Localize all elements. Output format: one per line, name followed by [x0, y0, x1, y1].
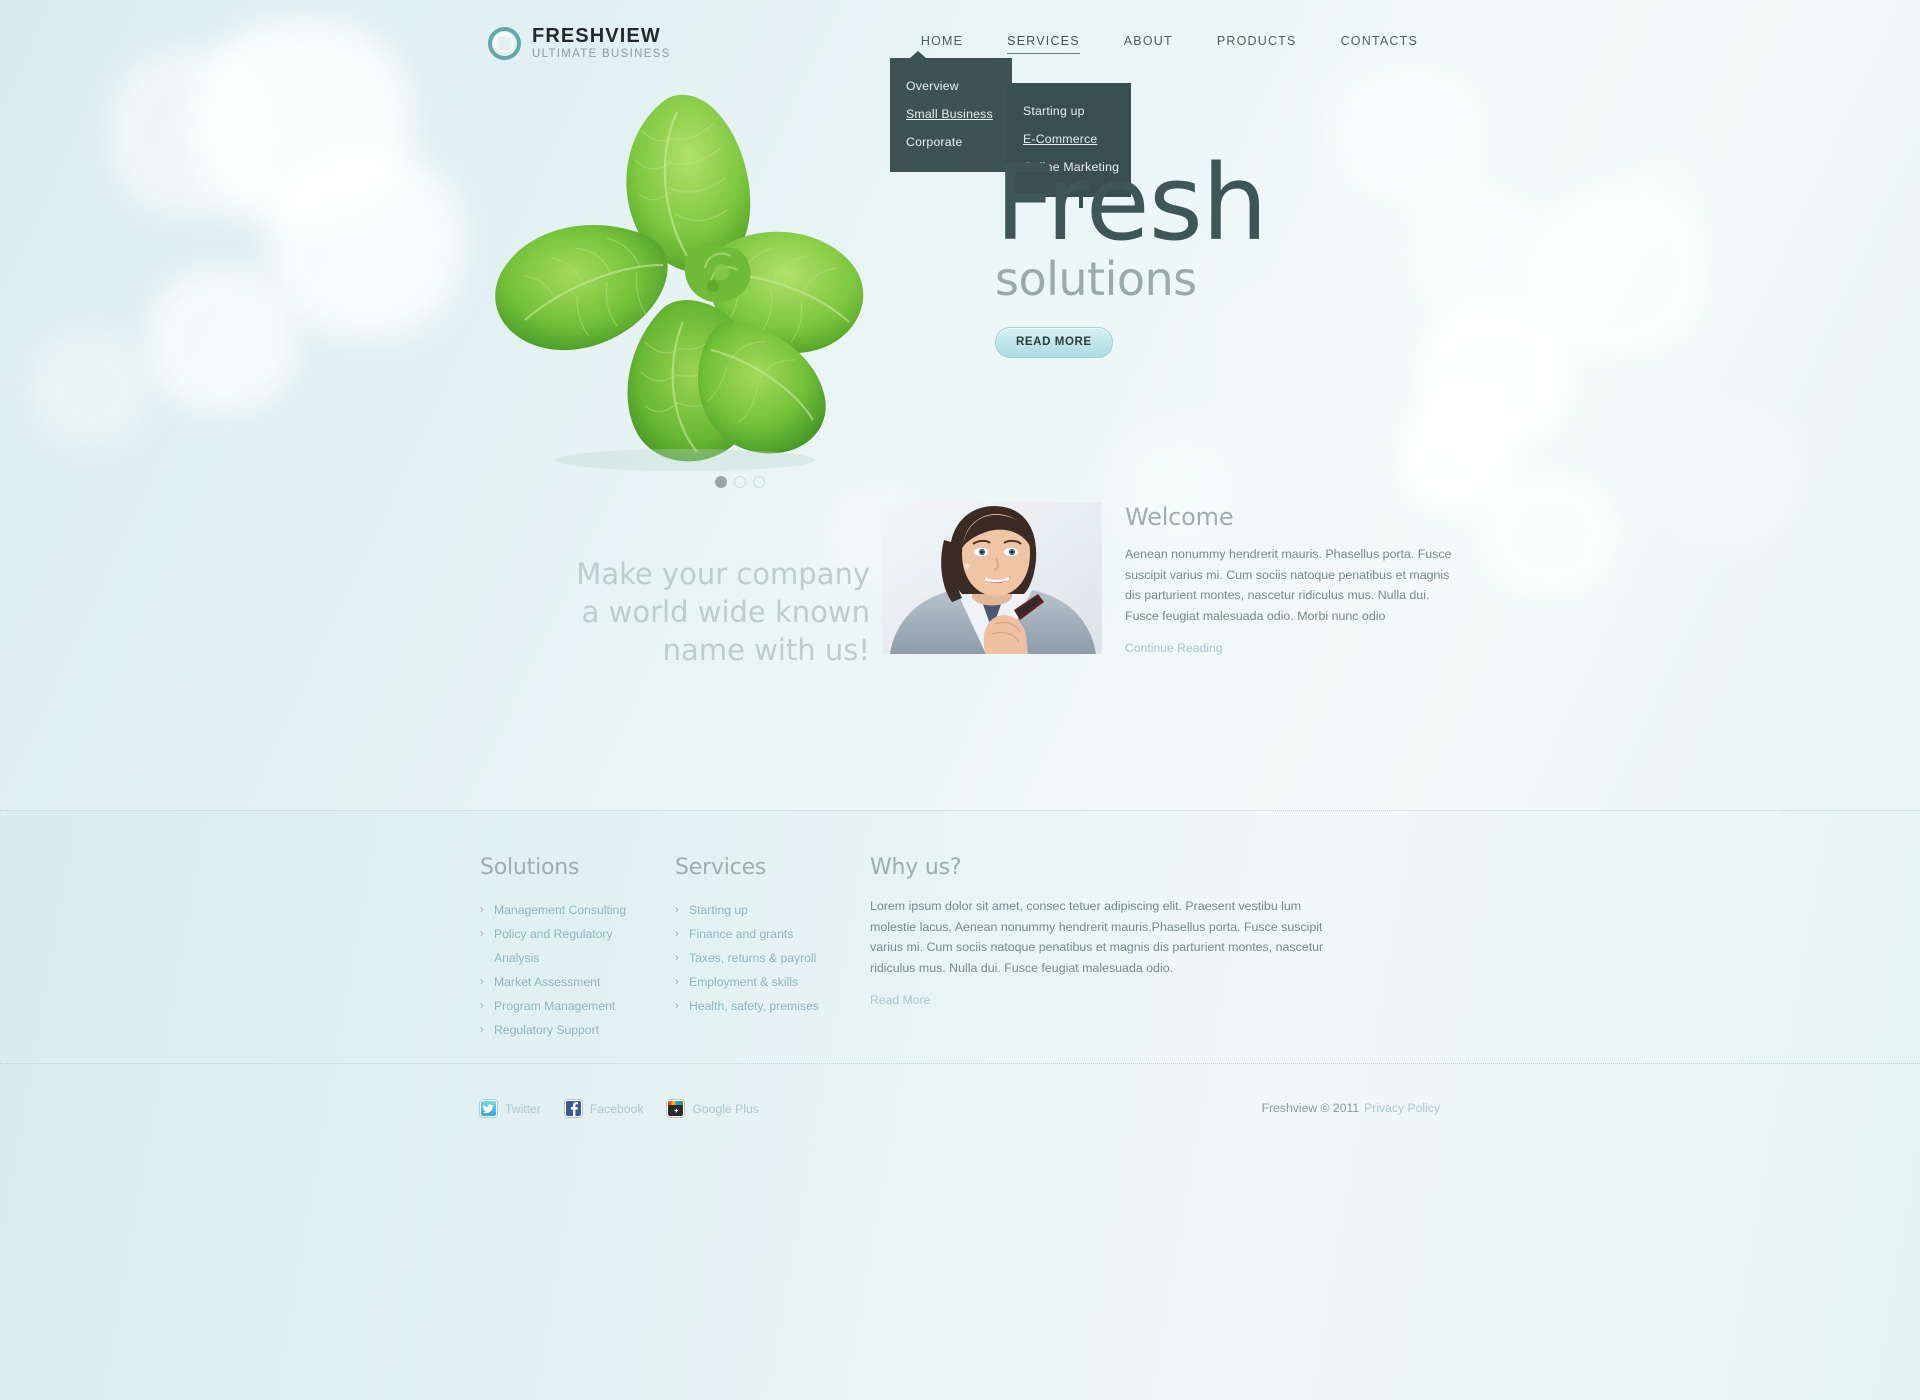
copyright-text: Freshview © 2011 — [1261, 1101, 1360, 1115]
list-item-label: Taxes, returns & payroll — [689, 951, 817, 965]
businesswoman-portrait — [882, 502, 1102, 654]
list-item-label: Finance and grants — [689, 927, 794, 941]
chevron-right-icon: › — [480, 904, 484, 916]
slider-pagination — [715, 476, 765, 488]
footer-columns: Solutions › Management Consulting › Policy… — [480, 855, 1440, 1037]
bokeh-circle — [30, 330, 150, 445]
bokeh-circle — [1480, 470, 1620, 600]
hero-copy: Fresh solutions READ MORE — [995, 142, 1268, 358]
nav-item-home[interactable]: HOME — [899, 32, 985, 50]
privacy-policy-link[interactable]: Privacy Policy — [1364, 1101, 1440, 1115]
bokeh-circle — [150, 270, 295, 410]
social-link-twitter[interactable]: Twitter — [480, 1100, 541, 1117]
logo-tagline: ULTIMATE BUSINESS — [532, 48, 671, 60]
list-item[interactable]: › Taxes, returns & payroll — [675, 946, 855, 970]
list-item-label: Market Assessment — [494, 975, 601, 989]
main-navigation: HOME SERVICES ABOUT PRODUCTS CONTACTS — [899, 32, 1440, 54]
slogan-line-1: Make your company — [576, 557, 870, 591]
footer-column-solutions: Solutions › Management Consulting › Policy… — [480, 855, 660, 1042]
list-item-label: Management Consulting — [494, 903, 627, 917]
chevron-right-icon: › — [675, 976, 679, 988]
logo-title: FRESHVIEW — [532, 25, 661, 47]
social-link-facebook[interactable]: Facebook — [564, 1100, 644, 1117]
nav-label: CONTACTS — [1340, 34, 1418, 48]
welcome-section: Make your company a world wide known nam… — [480, 502, 1451, 740]
chevron-right-icon: › — [675, 928, 679, 940]
twitter-icon — [480, 1100, 497, 1117]
site-logo[interactable]: FRESHVIEW ULTIMATE BUSINESS — [488, 26, 671, 61]
chevron-right-icon: › — [675, 1000, 679, 1012]
chevron-right-icon: › — [480, 928, 484, 940]
footer-column-why-us: Why us? Lorem ipsum dolor sit amet, cons… — [870, 855, 1340, 1009]
hero-headline: Fresh — [995, 142, 1268, 264]
google-plus-icon — [667, 1100, 685, 1117]
list-item[interactable]: › Employment & skills — [675, 970, 855, 994]
slider-dot-2[interactable] — [734, 476, 746, 488]
social-label: Google Plus — [692, 1101, 759, 1116]
hero-read-more-button[interactable]: READ MORE — [995, 327, 1113, 358]
mint-leaves-photo — [425, 60, 965, 480]
list-item[interactable]: › Market Assessment — [480, 970, 660, 994]
continue-reading-link[interactable]: Continue Reading — [1125, 641, 1223, 655]
slider-dot-1[interactable] — [715, 476, 727, 488]
list-item[interactable]: › Finance and grants — [675, 922, 855, 946]
welcome-text-block: Welcome Aenean nonummy hendrerit mauris.… — [1125, 503, 1455, 657]
nav-item-about[interactable]: ABOUT — [1102, 32, 1195, 50]
nav-active-underline — [1007, 53, 1080, 54]
list-item-label: Starting up — [689, 903, 748, 917]
list-item[interactable]: › Program Management — [480, 994, 660, 1018]
bokeh-circle — [1660, 410, 1795, 540]
social-label: Facebook — [589, 1101, 644, 1116]
hero-slider: Fresh solutions READ MORE — [480, 70, 1440, 488]
facebook-icon — [564, 1100, 582, 1117]
services-title: Services — [675, 855, 767, 880]
list-item-label: Program Management — [494, 999, 616, 1013]
slider-dot-3[interactable] — [753, 476, 765, 488]
nav-label: HOME — [920, 34, 964, 48]
circle-swirl-icon — [488, 26, 521, 60]
nav-label: PRODUCTS — [1216, 34, 1297, 48]
slogan-line-3: name with us! — [662, 633, 870, 667]
chevron-right-icon: › — [480, 1000, 484, 1012]
section-divider-bottom — [0, 1063, 1920, 1064]
list-item[interactable]: › Regulatory Support — [480, 1018, 660, 1042]
list-item[interactable]: › Policy and Regulatory Analysis — [480, 922, 660, 970]
footer-bottom-bar: Twitter Facebook Google Plus Freshview ©… — [480, 1100, 1440, 1140]
slogan-text: Make your company a world wide known nam… — [480, 555, 870, 669]
section-divider-top — [0, 810, 1920, 811]
chevron-right-icon: › — [480, 1024, 484, 1036]
chevron-right-icon: › — [675, 952, 679, 964]
slogan-line-2: a world wide known — [581, 595, 870, 629]
welcome-body: Aenean nonummy hendrerit mauris. Phasell… — [1125, 547, 1452, 623]
list-item[interactable]: › Starting up — [675, 898, 855, 922]
dropdown-caret-icon — [910, 51, 926, 58]
nav-item-products[interactable]: PRODUCTS — [1195, 32, 1319, 50]
nav-item-services[interactable]: SERVICES — [985, 32, 1102, 54]
why-us-body: Lorem ipsum dolor sit amet, consec tetue… — [870, 899, 1324, 975]
list-item-label: Employment & skills — [689, 975, 799, 989]
bokeh-circle — [1620, 140, 1720, 235]
chevron-right-icon: › — [675, 904, 679, 916]
footer-column-services: Services › Starting up › Finance and grant… — [675, 855, 855, 1018]
list-item-label: Health, safety, premises — [689, 999, 819, 1013]
services-list: › Starting up › Finance and grants › Taxes,… — [675, 898, 855, 1018]
list-item[interactable]: › Management Consulting — [480, 898, 660, 922]
nav-label: ABOUT — [1123, 34, 1173, 48]
list-item-label: Regulatory Support — [494, 1023, 600, 1037]
list-item-label: Policy and Regulatory Analysis — [494, 927, 613, 965]
why-us-title: Why us? — [870, 855, 962, 880]
social-label: Twitter — [505, 1101, 541, 1116]
copyright-bar: Freshview © 2011 Privacy Policy — [1262, 1101, 1440, 1115]
nav-item-contacts[interactable]: CONTACTS — [1319, 32, 1440, 50]
solutions-title: Solutions — [480, 855, 580, 880]
welcome-title: Welcome — [1125, 503, 1234, 531]
why-us-read-more-link[interactable]: Read More — [870, 993, 930, 1007]
chevron-right-icon: › — [480, 976, 484, 988]
social-links: Twitter Facebook Google Plus — [480, 1100, 759, 1117]
list-item[interactable]: › Health, safety, premises — [675, 994, 855, 1018]
social-link-google-plus[interactable]: Google Plus — [667, 1100, 759, 1117]
solutions-list: › Management Consulting › Policy and Regul… — [480, 898, 660, 1042]
nav-label: SERVICES — [1007, 34, 1080, 48]
